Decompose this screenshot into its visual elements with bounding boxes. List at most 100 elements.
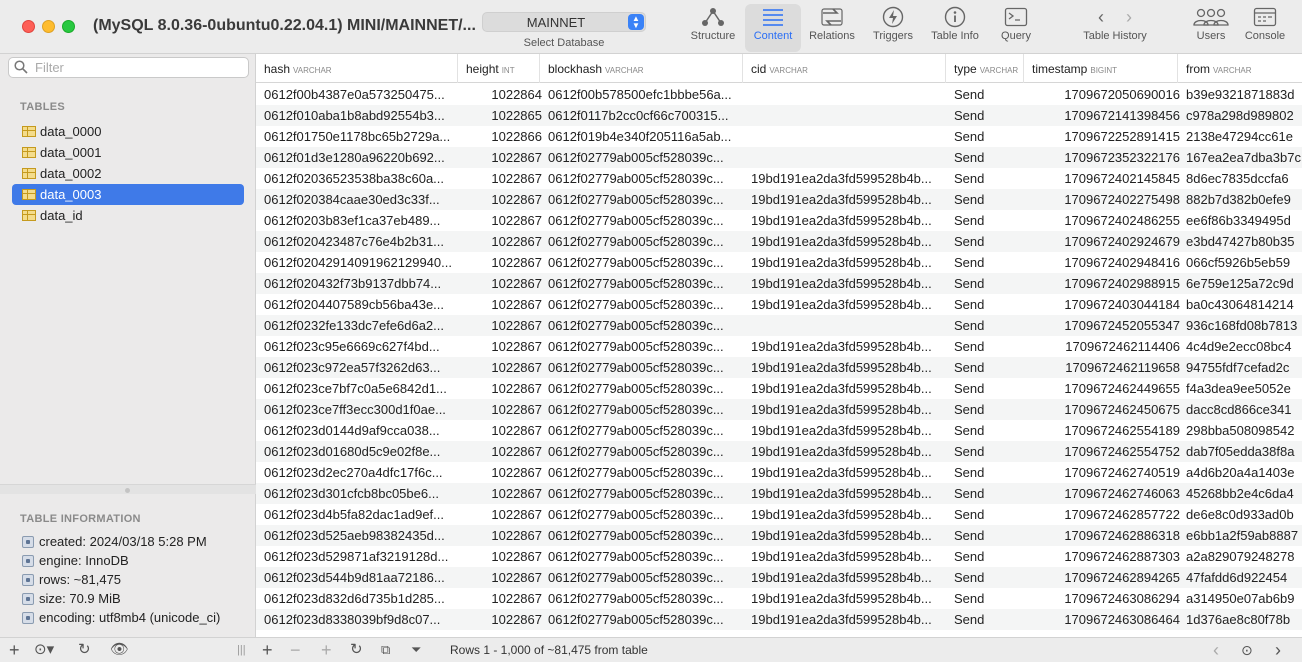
- cell-from[interactable]: 066cf5926b5eb59: [1186, 252, 1302, 273]
- cell-blockhash[interactable]: 0612f02779ab005cf528039c...: [548, 588, 744, 609]
- cell-timestamp[interactable]: 1709672462857722: [1026, 504, 1180, 525]
- triggers-button[interactable]: Triggers: [866, 4, 920, 52]
- cell-timestamp[interactable]: 1709672403044184: [1026, 294, 1180, 315]
- cell-type[interactable]: Send: [954, 126, 1024, 147]
- column-header-hash[interactable]: hash VARCHAR: [256, 54, 458, 83]
- remove-row-icon[interactable]: −: [290, 641, 301, 659]
- cell-blockhash[interactable]: 0612f02779ab005cf528039c...: [548, 525, 744, 546]
- cell-hash[interactable]: 0612f023c95e6669c627f4bd...: [264, 336, 462, 357]
- cell-type[interactable]: Send: [954, 504, 1024, 525]
- cell-height[interactable]: 1022867: [462, 252, 542, 273]
- sidebar-item-data-0002[interactable]: data_0002: [12, 163, 244, 184]
- cell-type[interactable]: Send: [954, 357, 1024, 378]
- cell-timestamp[interactable]: 1709672462554189: [1026, 420, 1180, 441]
- cell-timestamp[interactable]: 1709672463086294: [1026, 588, 1180, 609]
- cell-hash[interactable]: 0612f010aba1b8abd92554b3...: [264, 105, 462, 126]
- cell-type[interactable]: Send: [954, 105, 1024, 126]
- cell-hash[interactable]: 0612f020384caae30ed3c33f...: [264, 189, 462, 210]
- cell-from[interactable]: 4c4d9e2ecc08bc4: [1186, 336, 1302, 357]
- forward-chevron-icon[interactable]: ›: [1126, 7, 1132, 28]
- cell-blockhash[interactable]: 0612f02779ab005cf528039c...: [548, 294, 744, 315]
- cell-type[interactable]: Send: [954, 231, 1024, 252]
- add-table-icon[interactable]: +: [9, 641, 20, 659]
- cell-height[interactable]: 1022867: [462, 588, 542, 609]
- console-button[interactable]: Console: [1240, 4, 1290, 52]
- table-row[interactable]: 0612f023c95e6669c627f4bd... 1022867 0612f0…: [256, 336, 1302, 357]
- users-button[interactable]: Users: [1186, 4, 1236, 52]
- table-row[interactable]: 0612f023d2ec270a4dfc17f6c... 1022867 0612f…: [256, 462, 1302, 483]
- cell-from[interactable]: 298bba508098542: [1186, 420, 1302, 441]
- cell-height[interactable]: 1022867: [462, 336, 542, 357]
- table-row[interactable]: 0612f00b4387e0a573250475... 1022864 0612f0…: [256, 84, 1302, 105]
- cell-hash[interactable]: 0612f023d544b9d81aa72186...: [264, 567, 462, 588]
- cell-hash[interactable]: 0612f00b4387e0a573250475...: [264, 84, 462, 105]
- cell-cid[interactable]: 19bd191ea2da3fd599528b4b...: [751, 168, 945, 189]
- cell-cid[interactable]: 19bd191ea2da3fd599528b4b...: [751, 399, 945, 420]
- cell-blockhash[interactable]: 0612f02779ab005cf528039c...: [548, 315, 744, 336]
- table-row[interactable]: 0612f023ce7ff3ecc300d1f0ae... 1022867 0612…: [256, 399, 1302, 420]
- cell-height[interactable]: 1022865: [462, 105, 542, 126]
- cell-height[interactable]: 1022867: [462, 525, 542, 546]
- cell-timestamp[interactable]: 1709672462449655: [1026, 378, 1180, 399]
- cell-type[interactable]: Send: [954, 609, 1024, 630]
- cell-timestamp[interactable]: 1709672462886318: [1026, 525, 1180, 546]
- pagination-options-icon[interactable]: ⊙: [1241, 641, 1253, 659]
- cell-blockhash[interactable]: 0612f02779ab005cf528039c...: [548, 609, 744, 630]
- table-row[interactable]: 0612f023d4b5fa82dac1ad9ef... 1022867 0612f…: [256, 504, 1302, 525]
- cell-height[interactable]: 1022866: [462, 126, 542, 147]
- cell-cid[interactable]: 19bd191ea2da3fd599528b4b...: [751, 546, 945, 567]
- cell-from[interactable]: 1d376ae8c80f78b: [1186, 609, 1302, 630]
- table-row[interactable]: 0612f01750e1178bc65b2729a... 1022866 0612f…: [256, 126, 1302, 147]
- cell-cid[interactable]: [751, 315, 945, 336]
- cell-from[interactable]: 167ea2ea7dba3b7c: [1186, 147, 1302, 168]
- table-row[interactable]: 0612f020384caae30ed3c33f... 1022867 0612f0…: [256, 189, 1302, 210]
- cell-from[interactable]: 94755fdf7cefad2c: [1186, 357, 1302, 378]
- cell-height[interactable]: 1022867: [462, 147, 542, 168]
- cell-cid[interactable]: [751, 126, 945, 147]
- previous-page-icon[interactable]: ‹: [1213, 641, 1219, 659]
- cell-hash[interactable]: 0612f023d0144d9af9cca038...: [264, 420, 462, 441]
- cell-hash[interactable]: 0612f023d529871af3219128d...: [264, 546, 462, 567]
- cell-timestamp[interactable]: 1709672462894265: [1026, 567, 1180, 588]
- cell-blockhash[interactable]: 0612f02779ab005cf528039c...: [548, 378, 744, 399]
- table-row[interactable]: 0612f023d832d6d735b1d285... 1022867 0612f0…: [256, 588, 1302, 609]
- cell-timestamp[interactable]: 1709672462114406: [1026, 336, 1180, 357]
- column-header-timestamp[interactable]: timestamp BIGINT: [1024, 54, 1178, 83]
- cell-from[interactable]: 936c168fd08b7813: [1186, 315, 1302, 336]
- structure-button[interactable]: Structure: [686, 4, 740, 52]
- cell-blockhash[interactable]: 0612f02779ab005cf528039c...: [548, 357, 744, 378]
- cell-from[interactable]: c978a298d989802: [1186, 105, 1302, 126]
- cell-height[interactable]: 1022864: [462, 84, 542, 105]
- cell-cid[interactable]: 19bd191ea2da3fd599528b4b...: [751, 336, 945, 357]
- cell-type[interactable]: Send: [954, 462, 1024, 483]
- cell-type[interactable]: Send: [954, 315, 1024, 336]
- export-icon[interactable]: ⧉: [381, 641, 390, 659]
- eye-icon[interactable]: 👁: [110, 641, 129, 659]
- table-row[interactable]: 0612f0232fe133dc7efe6d6a2... 1022867 0612f…: [256, 315, 1302, 336]
- cell-timestamp[interactable]: 1709672462119658: [1026, 357, 1180, 378]
- cell-hash[interactable]: 0612f023d832d6d735b1d285...: [264, 588, 462, 609]
- refresh-tables-icon[interactable]: ↻: [78, 641, 91, 659]
- cell-from[interactable]: 6e759e125a72c9d: [1186, 273, 1302, 294]
- cell-cid[interactable]: [751, 147, 945, 168]
- table-row[interactable]: 0612f023d8338039bf9d8c07... 1022867 0612f0…: [256, 609, 1302, 630]
- cell-hash[interactable]: 0612f020423487c76e4b2b31...: [264, 231, 462, 252]
- cell-blockhash[interactable]: 0612f02779ab005cf528039c...: [548, 189, 744, 210]
- cell-height[interactable]: 1022867: [462, 483, 542, 504]
- cell-height[interactable]: 1022867: [462, 546, 542, 567]
- content-button[interactable]: Content: [745, 4, 801, 52]
- table-row[interactable]: 0612f023d0144d9af9cca038... 1022867 0612f0…: [256, 420, 1302, 441]
- cell-blockhash[interactable]: 0612f02779ab005cf528039c...: [548, 336, 744, 357]
- cell-height[interactable]: 1022867: [462, 210, 542, 231]
- cell-type[interactable]: Send: [954, 147, 1024, 168]
- cell-hash[interactable]: 0612f02042914091962129940...: [264, 252, 462, 273]
- cell-blockhash[interactable]: 0612f02779ab005cf528039c...: [548, 504, 744, 525]
- cell-height[interactable]: 1022867: [462, 567, 542, 588]
- cell-blockhash[interactable]: 0612f019b4e340f205116a5ab...: [548, 126, 744, 147]
- cell-type[interactable]: Send: [954, 252, 1024, 273]
- cell-cid[interactable]: 19bd191ea2da3fd599528b4b...: [751, 504, 945, 525]
- table-info-button[interactable]: Table Info: [926, 4, 984, 52]
- cell-blockhash[interactable]: 0612f02779ab005cf528039c...: [548, 441, 744, 462]
- sidebar-item-data-0000[interactable]: data_0000: [12, 121, 244, 142]
- cell-height[interactable]: 1022867: [462, 168, 542, 189]
